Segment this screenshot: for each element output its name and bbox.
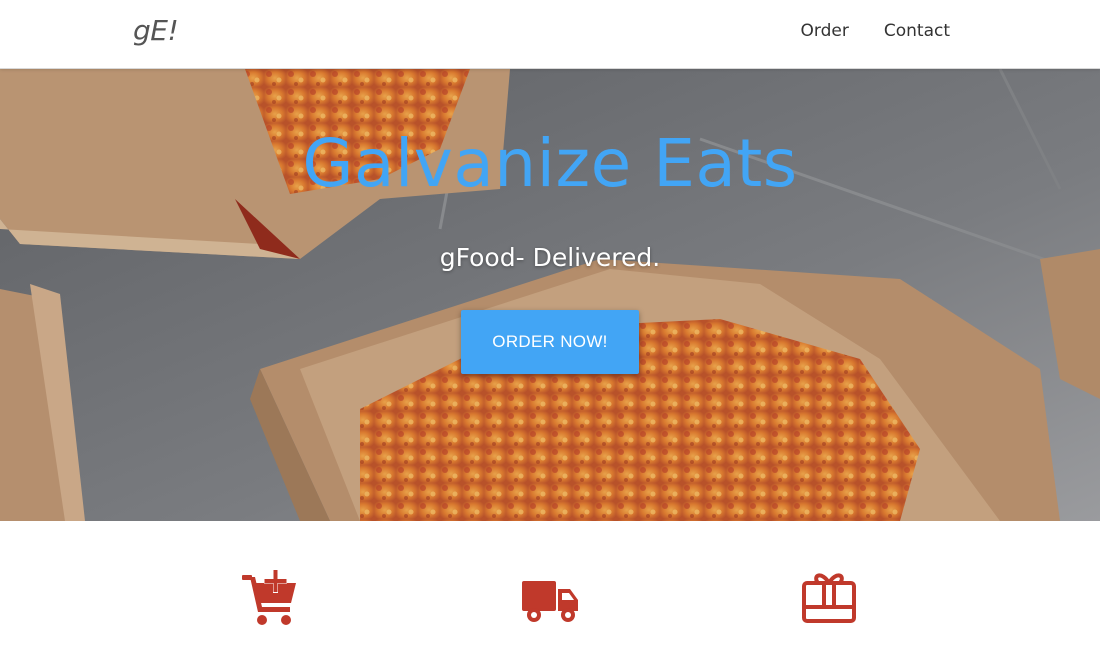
hero-subtitle: gFood- Delivered. [439, 243, 661, 272]
features-section [0, 521, 1100, 650]
hero-content: Galvanize Eats gFood- Delivered. ORDER N… [0, 69, 1100, 521]
navbar: gE! Order Contact [0, 0, 1100, 69]
brand-logo[interactable]: gE! [133, 14, 179, 47]
gift-card-icon [802, 573, 856, 623]
hero-title: Galvanize Eats [302, 125, 798, 202]
nav-link-contact[interactable]: Contact [884, 21, 950, 41]
truck-icon [522, 581, 578, 622]
hero-banner: Galvanize Eats gFood- Delivered. ORDER N… [0, 69, 1100, 521]
order-now-button[interactable]: ORDER NOW! [461, 310, 639, 374]
nav-link-order[interactable]: Order [801, 21, 849, 41]
cart-plus-icon [242, 569, 296, 625]
nav-links: Order Contact [801, 21, 950, 41]
